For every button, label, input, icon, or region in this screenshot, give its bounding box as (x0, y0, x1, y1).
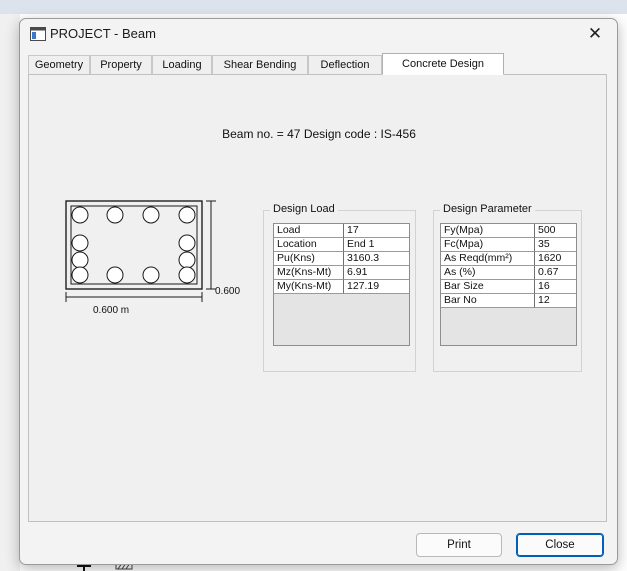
design-parameter-key: Bar Size (441, 280, 535, 294)
section-height-label: 0.600 (215, 286, 241, 297)
design-parameter-title: Design Parameter (440, 203, 535, 215)
design-load-grid: Load 17 Location End 1 Pu(Kns) 3160.3 Mz… (273, 223, 410, 346)
design-load-value: 3160.3 (344, 252, 409, 266)
design-parameter-value: 16 (535, 280, 576, 294)
design-load-key: My(Kns-Mt) (274, 280, 344, 294)
design-parameter-group: Design Parameter Fy(Mpa) 500 Fc(Mpa) 35 … (433, 203, 582, 372)
design-parameter-value: 500 (535, 224, 576, 238)
tab-concrete-design[interactable]: Concrete Design (382, 53, 504, 75)
design-load-value: End 1 (344, 238, 409, 252)
design-parameter-key: Fy(Mpa) (441, 224, 535, 238)
print-button[interactable]: Print (416, 533, 502, 557)
design-load-key: Load (274, 224, 344, 238)
window-title: PROJECT - Beam (50, 26, 156, 41)
design-parameter-value: 1620 (535, 252, 576, 266)
design-parameter-value: 12 (535, 294, 576, 308)
project-beam-dialog: PROJECT - Beam ✕ Geometry Property Loadi… (19, 18, 618, 565)
design-load-value: 17 (344, 224, 409, 238)
close-icon: ✕ (587, 24, 603, 43)
beam-info-text: Beam no. = 47 Design code : IS-456 (222, 127, 416, 141)
design-parameter-key: Fc(Mpa) (441, 238, 535, 252)
design-load-key: Mz(Kns-Mt) (274, 266, 344, 280)
window-app-icon (30, 27, 46, 41)
section-width-label: 0.600 m (93, 305, 130, 316)
design-load-value: 6.91 (344, 266, 409, 280)
design-parameter-key: Bar No (441, 294, 535, 308)
design-load-value: 127.19 (344, 280, 409, 294)
desktop-top-band (0, 0, 627, 14)
design-parameter-key: As Reqd(mm²) (441, 252, 535, 266)
tab-property[interactable]: Property (90, 55, 152, 74)
tab-deflection[interactable]: Deflection (308, 55, 382, 74)
design-load-key: Location (274, 238, 344, 252)
design-parameter-key: As (%) (441, 266, 535, 280)
design-parameter-value: 35 (535, 238, 576, 252)
title-bar: PROJECT - Beam ✕ (20, 19, 617, 51)
design-load-title: Design Load (270, 203, 338, 215)
design-load-key: Pu(Kns) (274, 252, 344, 266)
close-window-button[interactable]: ✕ (573, 19, 617, 49)
design-parameter-value: 0.67 (535, 266, 576, 280)
tab-loading[interactable]: Loading (152, 55, 212, 74)
design-load-group: Design Load Load 17 Location End 1 Pu(Kn… (263, 203, 416, 372)
background-app-strip (0, 14, 20, 571)
design-parameter-grid: Fy(Mpa) 500 Fc(Mpa) 35 As Reqd(mm²) 1620… (440, 223, 577, 346)
concrete-design-panel: Beam no. = 47 Design code : IS-456 0.600… (28, 74, 607, 522)
tab-shear-bending[interactable]: Shear Bending (212, 55, 308, 74)
tab-geometry[interactable]: Geometry (28, 55, 90, 74)
close-button[interactable]: Close (516, 533, 604, 557)
